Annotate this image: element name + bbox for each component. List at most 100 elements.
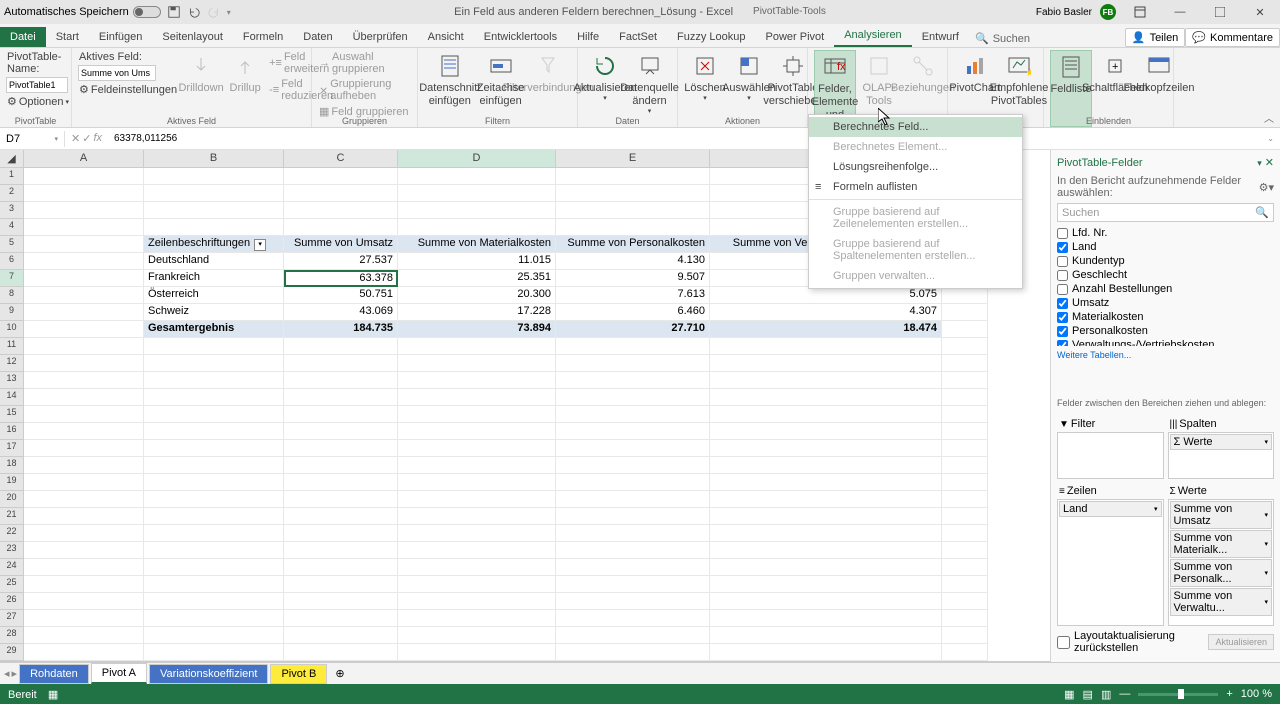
row-header[interactable]: 14 — [0, 389, 24, 406]
row-header[interactable]: 23 — [0, 542, 24, 559]
field-item[interactable]: Lfd. Nr. — [1057, 226, 1274, 240]
tab-fuzzy[interactable]: Fuzzy Lookup — [667, 27, 755, 47]
row-header[interactable]: 25 — [0, 576, 24, 593]
row-header[interactable]: 26 — [0, 593, 24, 610]
tab-entwicklertools[interactable]: Entwicklertools — [474, 27, 567, 47]
tab-factset[interactable]: FactSet — [609, 27, 667, 47]
ribbon-options-icon[interactable] — [1124, 2, 1156, 22]
pivot-total-value[interactable]: 184.735 — [284, 321, 398, 338]
pane-close-icon[interactable]: ✕ — [1265, 157, 1274, 169]
row-header[interactable]: 16 — [0, 423, 24, 440]
pivot-value[interactable]: 4.130 — [556, 253, 710, 270]
pivot-value[interactable]: 5.075 — [710, 287, 942, 304]
row-header[interactable]: 11 — [0, 338, 24, 355]
row-header[interactable]: 7 — [0, 270, 24, 287]
tell-me-search[interactable]: 🔍Suchen — [969, 30, 1036, 47]
calc-field-item[interactable]: Berechnetes Feld... — [809, 117, 1022, 137]
row-header[interactable]: 24 — [0, 559, 24, 576]
tab-daten[interactable]: Daten — [293, 27, 342, 47]
sheet-tab[interactable]: Pivot B — [270, 664, 327, 684]
tab-entwurf[interactable]: Entwurf — [912, 27, 969, 47]
sheet-tab[interactable]: Pivot A — [91, 663, 147, 684]
pivot-header[interactable]: Summe von Materialkosten — [398, 236, 556, 253]
nav-first-icon[interactable]: ◂ — [4, 667, 10, 680]
row-header[interactable]: 15 — [0, 406, 24, 423]
more-tables[interactable]: Weitere Tabellen... — [1057, 346, 1274, 364]
formula-bar[interactable]: 63378,011256 — [108, 131, 1261, 146]
pivot-value[interactable]: 11.015 — [398, 253, 556, 270]
pivot-value[interactable]: 6.460 — [556, 304, 710, 321]
list-formulas-item[interactable]: ≡Formeln auflisten — [809, 177, 1022, 197]
pivot-row-label[interactable]: Deutschland — [144, 253, 284, 270]
row-item[interactable]: Land▾ — [1059, 501, 1162, 517]
col-header[interactable]: E — [556, 150, 710, 168]
pivot-value[interactable]: 20.300 — [398, 287, 556, 304]
zoom-slider[interactable] — [1138, 693, 1218, 696]
field-search[interactable]: Suchen🔍 — [1057, 203, 1274, 222]
pivot-value[interactable]: 63.378 — [284, 270, 398, 287]
row-header[interactable]: 27 — [0, 610, 24, 627]
sheet-tab[interactable]: Variationskoeffizient — [149, 664, 268, 684]
share-button[interactable]: 👤Teilen — [1125, 28, 1185, 47]
avatar[interactable]: FB — [1100, 4, 1116, 20]
new-sheet-icon[interactable]: ⊕ — [329, 667, 350, 680]
active-field-input[interactable] — [78, 65, 156, 81]
col-header[interactable]: C — [284, 150, 398, 168]
close-icon[interactable]: ✕ — [1244, 2, 1276, 22]
pivot-name-input[interactable] — [6, 77, 68, 93]
row-header[interactable]: 10 — [0, 321, 24, 338]
row-header[interactable]: 19 — [0, 474, 24, 491]
row-header[interactable]: 18 — [0, 457, 24, 474]
tab-ansicht[interactable]: Ansicht — [418, 27, 474, 47]
nav-prev-icon[interactable]: ▸ — [12, 667, 18, 680]
pivot-header[interactable]: Summe von Umsatz — [284, 236, 398, 253]
zoom-out-icon[interactable]: — — [1119, 688, 1130, 700]
pivot-total-value[interactable]: 27.710 — [556, 321, 710, 338]
row-header[interactable]: 8 — [0, 287, 24, 304]
field-item[interactable]: Materialkosten — [1057, 310, 1274, 324]
pivot-row-label[interactable]: Frankreich — [144, 270, 284, 287]
field-checkbox[interactable] — [1057, 242, 1068, 253]
field-checkbox[interactable] — [1057, 228, 1068, 239]
horizontal-scrollbar[interactable] — [0, 661, 1050, 662]
pivot-value[interactable]: 7.613 — [556, 287, 710, 304]
macro-icon[interactable]: ▦ — [48, 689, 58, 701]
tab-ueberpruefen[interactable]: Überprüfen — [343, 27, 418, 47]
pivot-total-value[interactable]: 18.474 — [710, 321, 942, 338]
options-button[interactable]: ⚙Optionen▾ — [6, 94, 65, 109]
value-item[interactable]: Summe von Umsatz▾ — [1170, 501, 1273, 529]
solve-order-item[interactable]: Lösungsreihenfolge... — [809, 157, 1022, 177]
rows-drop[interactable]: Land▾ — [1057, 499, 1164, 626]
row-header[interactable]: 1 — [0, 168, 24, 185]
filter-icon[interactable]: ▾ — [254, 239, 266, 251]
undo-icon[interactable] — [187, 5, 201, 19]
col-item[interactable]: Σ Werte▾ — [1170, 434, 1273, 450]
value-item[interactable]: Summe von Verwaltu...▾ — [1170, 588, 1273, 616]
field-checkbox[interactable] — [1057, 298, 1068, 309]
field-item[interactable]: Kundentyp — [1057, 254, 1274, 268]
row-header[interactable]: 4 — [0, 219, 24, 236]
pivot-row-label[interactable]: Österreich — [144, 287, 284, 304]
zoom-level[interactable]: 100 % — [1241, 688, 1272, 700]
row-header[interactable]: 13 — [0, 372, 24, 389]
pivot-header[interactable]: Zeilenbeschriftungen▾ — [144, 236, 284, 253]
row-header[interactable]: 5 — [0, 236, 24, 253]
col-header[interactable]: A — [24, 150, 144, 168]
view-normal-icon[interactable]: ▦ — [1064, 688, 1074, 701]
row-header[interactable]: 29 — [0, 644, 24, 661]
pivot-row-label[interactable]: Schweiz — [144, 304, 284, 321]
zoom-in-icon[interactable]: + — [1226, 688, 1232, 700]
view-layout-icon[interactable]: ▤ — [1083, 688, 1093, 701]
row-header[interactable]: 3 — [0, 202, 24, 219]
pivot-value[interactable]: 4.307 — [710, 304, 942, 321]
tab-file[interactable]: Datei — [0, 27, 46, 47]
sheet-tab[interactable]: Rohdaten — [19, 664, 89, 684]
maximize-icon[interactable] — [1204, 2, 1236, 22]
pivot-value[interactable]: 17.228 — [398, 304, 556, 321]
field-checkbox[interactable] — [1057, 326, 1068, 337]
tab-analysieren[interactable]: Analysieren — [834, 25, 911, 47]
pivot-total-value[interactable]: 73.894 — [398, 321, 556, 338]
field-checkbox[interactable] — [1057, 270, 1068, 281]
vals-drop[interactable]: Summe von Umsatz▾Summe von Materialk...▾… — [1168, 499, 1275, 626]
value-item[interactable]: Summe von Materialk...▾ — [1170, 530, 1273, 558]
